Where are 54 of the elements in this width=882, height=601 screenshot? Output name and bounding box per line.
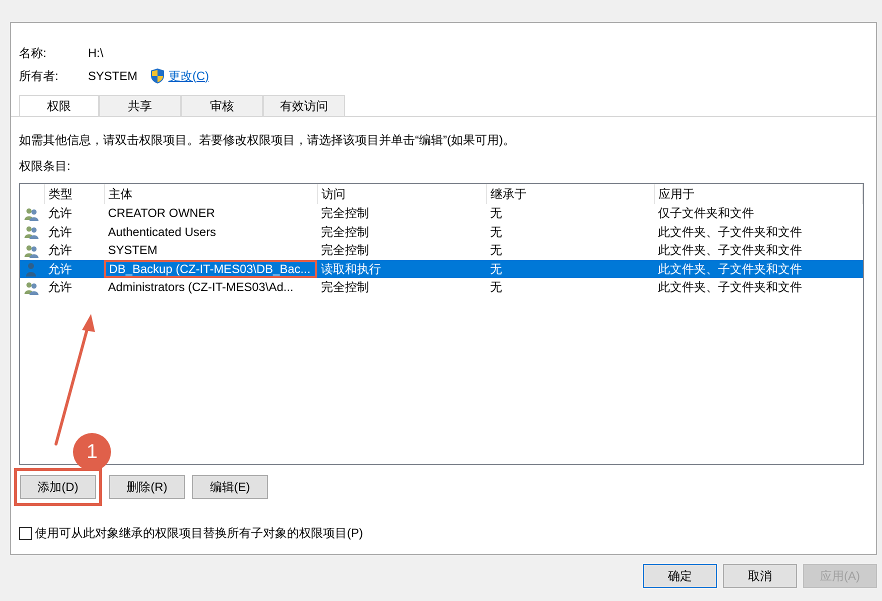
- table-cell-text: 完全控制: [320, 242, 370, 260]
- column-header[interactable]: 类型: [44, 184, 104, 204]
- field-label: 名称:: [19, 44, 48, 62]
- table-cell: 允许: [44, 204, 104, 222]
- column-header[interactable]: 继承于: [486, 184, 654, 204]
- tab[interactable]: 有效访问: [263, 95, 345, 116]
- action-button[interactable]: 添加(D): [20, 475, 96, 499]
- table-cell: Administrators (CZ-IT-MES03\Ad...: [104, 278, 317, 296]
- action-button[interactable]: 编辑(E): [192, 475, 268, 499]
- users-icon: [24, 244, 39, 259]
- column-header[interactable]: 应用于: [654, 184, 862, 204]
- users-icon: [24, 206, 39, 222]
- checkbox-label: 使用可从此对象继承的权限项目替换所有子对象的权限项目(P): [35, 525, 363, 542]
- table-cell: 无: [486, 204, 654, 222]
- table-cell: 允许: [44, 260, 104, 278]
- table-cell: 此文件夹、子文件夹和文件: [654, 278, 862, 296]
- table-cell: 允许: [44, 278, 104, 296]
- table-cell-text: SYSTEM: [107, 242, 158, 260]
- tab[interactable]: 共享: [99, 95, 181, 116]
- column-header[interactable]: 访问: [317, 184, 486, 204]
- table-cell: 读取和执行: [317, 260, 486, 278]
- table-cell-text: 无: [489, 224, 503, 241]
- tab[interactable]: 审核: [181, 95, 263, 116]
- table-cell: 完全控制: [317, 278, 486, 296]
- users-icon: [24, 280, 39, 296]
- table-cell-text: 无: [489, 242, 503, 260]
- table-cell: 无: [486, 260, 654, 278]
- table-cell-text: 此文件夹、子文件夹和文件: [657, 242, 803, 260]
- user-icon: [24, 262, 39, 278]
- table-cell-text: 此文件夹、子文件夹和文件: [657, 224, 803, 241]
- shield-icon: [150, 68, 166, 84]
- users-icon: [24, 225, 39, 240]
- table-cell: DB_Backup (CZ-IT-MES03\DB_Bac...: [104, 260, 317, 278]
- dialog-button[interactable]: 确定: [643, 564, 717, 588]
- section-label: 权限条目:: [19, 158, 72, 175]
- info-text: 如需其他信息，请双击权限项目。若要修改权限项目，请选择该项目并单击“编辑”(如果可用)。: [19, 132, 516, 149]
- table-cell-text: 完全控制: [320, 224, 370, 241]
- field-value: SYSTEM: [88, 68, 138, 84]
- table-cell: CREATOR OWNER: [104, 204, 317, 222]
- column-header[interactable]: 主体: [104, 184, 317, 204]
- action-button[interactable]: 删除(R): [109, 475, 185, 499]
- dialog-button[interactable]: 取消: [723, 564, 797, 588]
- table-cell-text: Authenticated Users: [107, 224, 218, 241]
- field-label: 所有者:: [19, 68, 60, 84]
- table-cell: 此文件夹、子文件夹和文件: [654, 260, 862, 278]
- table-cell: 完全控制: [317, 204, 486, 222]
- checkbox[interactable]: [19, 526, 32, 540]
- table-cell-text: 允许: [47, 224, 73, 241]
- table-cell: 仅子文件夹和文件: [654, 204, 862, 222]
- field-value: H:\: [88, 44, 104, 62]
- table-cell-text: 允许: [47, 242, 73, 260]
- change-owner-link[interactable]: 更改(C): [168, 66, 210, 84]
- tab[interactable]: 权限: [19, 95, 99, 116]
- table-cell: 无: [486, 278, 654, 296]
